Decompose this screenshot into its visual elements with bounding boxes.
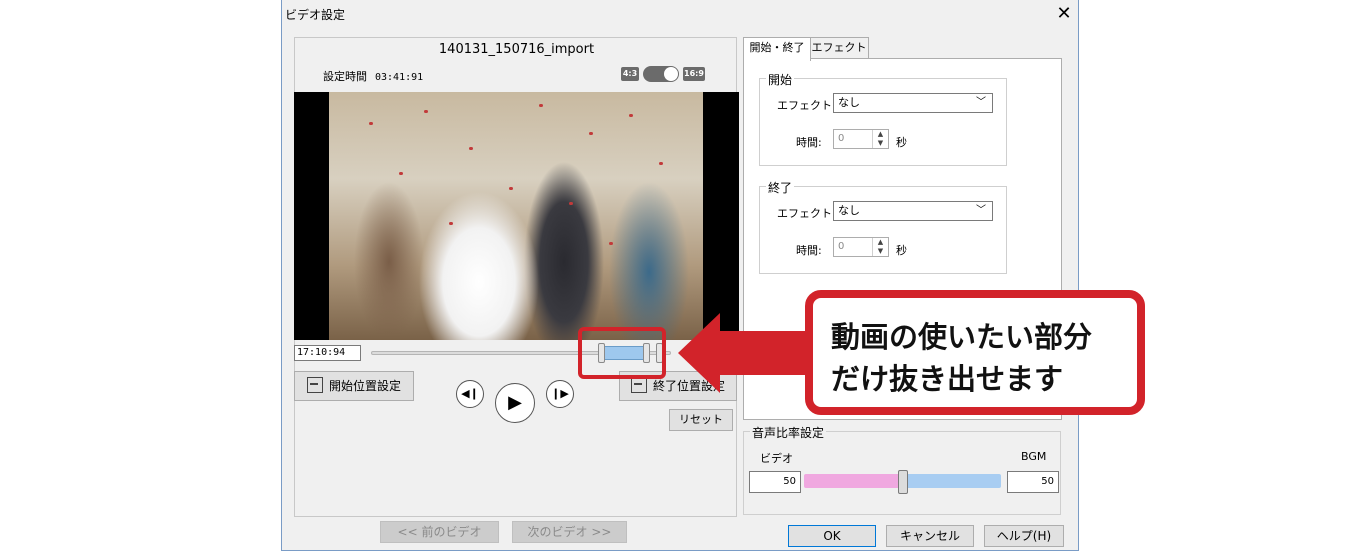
end-group-title: 終了 bbox=[766, 179, 795, 196]
tab-start-end[interactable]: 開始・終了 bbox=[743, 37, 811, 61]
start-time-value: 0 bbox=[838, 133, 845, 144]
aspect-4-3-label: 4:3 bbox=[621, 67, 639, 81]
ok-button[interactable]: OK bbox=[788, 525, 876, 547]
end-time-unit: 秒 bbox=[896, 244, 907, 257]
tab-effect[interactable]: エフェクト bbox=[809, 37, 869, 60]
step-forward-icon: ❙▶︎ bbox=[551, 387, 569, 400]
play-icon: ▶︎ bbox=[508, 392, 522, 413]
callout-line-2: だけ抜き出せます bbox=[831, 362, 1064, 396]
set-time-value: 03:41:91 bbox=[375, 72, 424, 83]
chevron-down-icon: ﹀ bbox=[976, 205, 986, 216]
start-time-label: 時間: bbox=[796, 136, 822, 149]
end-group: 終了 エフェクト: なし ﹀ 時間: 0 ▲ ▼ 秒 bbox=[759, 179, 1007, 274]
callout-arrow-head bbox=[678, 313, 720, 393]
end-effect-label: エフェクト: bbox=[777, 207, 836, 220]
end-effect-value: なし bbox=[838, 204, 860, 217]
end-effect-select[interactable]: なし ﹀ bbox=[833, 201, 993, 221]
prev-video-button[interactable]: << 前のビデオ bbox=[380, 521, 499, 543]
start-group-title: 開始 bbox=[766, 71, 795, 88]
start-time-unit: 秒 bbox=[896, 136, 907, 149]
spin-arrows-icon[interactable]: ▲ ▼ bbox=[872, 238, 888, 256]
audio-balance-handle[interactable] bbox=[898, 470, 908, 494]
start-position-icon bbox=[306, 377, 323, 393]
set-start-position-button[interactable]: 開始位置設定 bbox=[294, 371, 414, 401]
video-volume-field[interactable]: 50 bbox=[749, 471, 801, 493]
audio-ratio-title: 音声比率設定 bbox=[750, 424, 827, 441]
audio-ratio-group: 音声比率設定 ビデオ BGM 50 50 bbox=[743, 424, 1061, 515]
aspect-toggle[interactable] bbox=[643, 66, 679, 82]
end-time-value: 0 bbox=[838, 241, 845, 252]
chevron-down-icon: ﹀ bbox=[976, 97, 986, 108]
highlight-box bbox=[578, 327, 666, 379]
end-time-spinner[interactable]: 0 ▲ ▼ bbox=[833, 237, 889, 257]
aspect-16-9-label: 16:9 bbox=[683, 67, 705, 81]
end-time-label: 時間: bbox=[796, 244, 822, 257]
callout-box: 動画の使いたい部分 だけ抜き出せます bbox=[805, 290, 1145, 415]
reset-button[interactable]: リセット bbox=[669, 409, 733, 431]
start-group: 開始 エフェクト: なし ﹀ 時間: 0 ▲ ▼ 秒 bbox=[759, 71, 1007, 166]
video-audio-label: ビデオ bbox=[760, 452, 793, 465]
video-preview bbox=[294, 92, 739, 340]
set-time: 設定時間 03:41:91 bbox=[323, 68, 423, 84]
next-frame-button[interactable]: ❙▶︎ bbox=[546, 380, 574, 408]
bgm-volume-field[interactable]: 50 bbox=[1007, 471, 1059, 493]
window-title: ビデオ設定 bbox=[285, 8, 346, 22]
video-settings-dialog: ビデオ設定 ✕ 140131_150716_import 設定時間 03:41:9… bbox=[281, 0, 1079, 551]
video-filename: 140131_150716_import bbox=[438, 42, 595, 57]
callout-line-1: 動画の使いたい部分 bbox=[831, 320, 1093, 354]
video-frame-image bbox=[329, 92, 703, 340]
end-position-icon bbox=[630, 377, 647, 393]
timecode-field[interactable]: 17:10:94 bbox=[294, 345, 361, 361]
cancel-button[interactable]: キャンセル bbox=[886, 525, 974, 547]
toggle-knob bbox=[664, 67, 678, 81]
step-back-icon: ◀︎❙ bbox=[461, 387, 479, 400]
close-icon[interactable]: ✕ bbox=[1052, 2, 1076, 26]
next-video-button[interactable]: 次のビデオ >> bbox=[512, 521, 627, 543]
start-effect-select[interactable]: なし ﹀ bbox=[833, 93, 993, 113]
start-time-spinner[interactable]: 0 ▲ ▼ bbox=[833, 129, 889, 149]
set-time-label: 設定時間 bbox=[323, 70, 367, 83]
prev-frame-button[interactable]: ◀︎❙ bbox=[456, 380, 484, 408]
play-button[interactable]: ▶︎ bbox=[495, 383, 535, 423]
bgm-label: BGM bbox=[1021, 450, 1047, 463]
spin-arrows-icon[interactable]: ▲ ▼ bbox=[872, 130, 888, 148]
help-button[interactable]: ヘルプ(H) bbox=[984, 525, 1064, 547]
set-start-position-label: 開始位置設定 bbox=[328, 379, 401, 393]
start-effect-label: エフェクト: bbox=[777, 99, 836, 112]
start-effect-value: なし bbox=[838, 96, 860, 109]
callout-arrow bbox=[716, 331, 810, 375]
